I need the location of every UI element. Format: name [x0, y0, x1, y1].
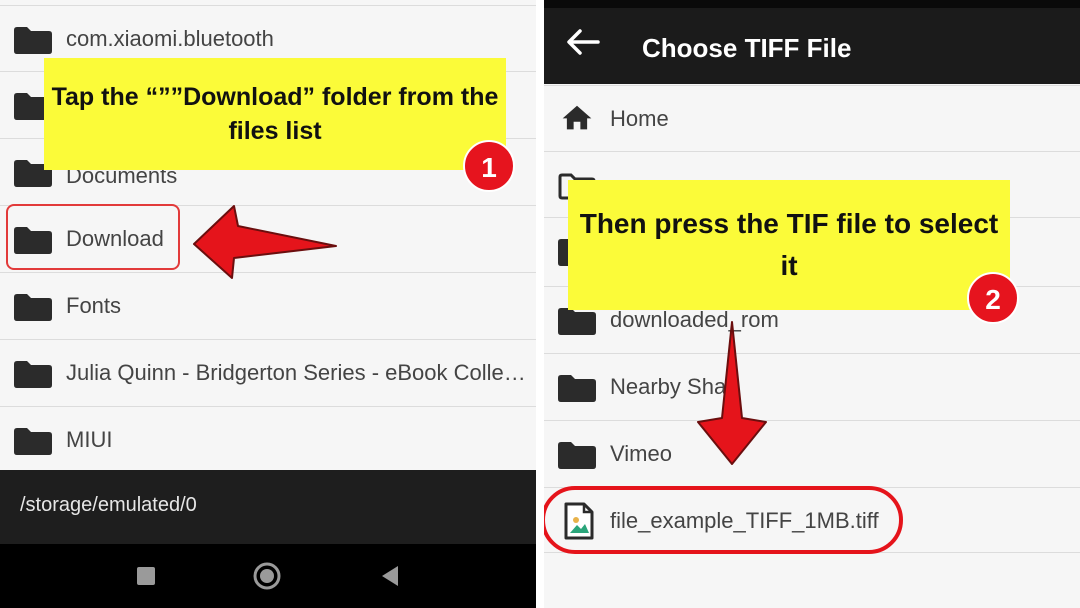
list-item-folder[interactable]: MIUI: [0, 406, 536, 472]
download-highlight-box: [6, 204, 180, 270]
list-item-label: Julia Quinn - Bridgerton Series - eBook …: [66, 360, 530, 385]
instruction-callout-step-1: Tap the “””Download” folder from the fil…: [44, 58, 506, 170]
path-bar: /storage/emulated/0: [0, 470, 536, 544]
file-highlight-oval: [544, 486, 903, 554]
list-item-label: Fonts: [66, 293, 122, 318]
folder-icon: [558, 308, 596, 335]
list-item-folder[interactable]: Julia Quinn - Bridgerton Series - eBook …: [0, 339, 536, 405]
panel-divider: [536, 0, 544, 608]
home-nav-icon[interactable]: [251, 560, 283, 592]
back-nav-icon[interactable]: [374, 560, 406, 592]
arrow-left-icon: [193, 205, 337, 279]
instruction-callout-step-2: Then press the TIF file to select it: [568, 180, 1010, 310]
system-nav-bar: [0, 544, 536, 608]
list-item-home[interactable]: Home: [544, 85, 1080, 151]
folder-icon: [14, 27, 52, 54]
step-badge-1: 1: [463, 140, 515, 192]
list-item-folder[interactable]: Nearby Sha: [544, 353, 1080, 419]
list-item-label: Vimeo: [610, 441, 672, 466]
list-item-folder[interactable]: Fonts: [0, 272, 536, 338]
folder-icon: [558, 375, 596, 402]
folder-icon: [14, 294, 52, 321]
folder-icon: [558, 442, 596, 469]
list-item-label: Home: [610, 106, 669, 131]
recents-icon[interactable]: [130, 560, 162, 592]
page-title: Choose TIFF File: [642, 33, 852, 63]
file-list-panel-left: com.xiaomi.bluetooth Documents Download …: [0, 0, 536, 608]
current-path: /storage/emulated/0: [20, 494, 197, 516]
back-arrow-icon[interactable]: [564, 27, 600, 57]
list-item-label: MIUI: [66, 427, 113, 452]
folder-icon: [14, 361, 52, 388]
arrow-down-icon: [697, 321, 767, 465]
app-bar: Choose TIFF File: [544, 0, 1080, 84]
step-badge-2: 2: [967, 272, 1019, 324]
list-item-folder[interactable]: Vimeo: [544, 420, 1080, 486]
file-chooser-panel-right: Choose TIFF File Home downloaded_rom Nea…: [544, 0, 1080, 608]
folder-icon: [14, 428, 52, 455]
home-icon: [562, 105, 592, 130]
